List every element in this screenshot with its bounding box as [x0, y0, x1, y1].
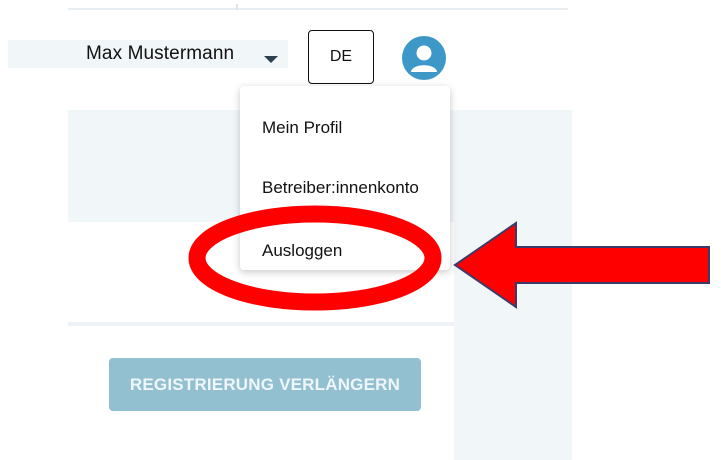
- menu-item-betreiber-konto[interactable]: Betreiber:innenkonto: [262, 178, 419, 198]
- menu-item-ausloggen[interactable]: Ausloggen: [262, 241, 342, 261]
- top-divider: [68, 8, 568, 10]
- user-dropdown-menu: Mein Profil Betreiber:innenkonto Auslogg…: [240, 86, 450, 270]
- chevron-down-icon[interactable]: [264, 56, 278, 63]
- menu-item-mein-profil[interactable]: Mein Profil: [262, 118, 342, 138]
- extend-registration-button[interactable]: REGISTRIERUNG VERLÄNGERN: [109, 358, 421, 411]
- top-divider-tick: [236, 4, 238, 10]
- language-button[interactable]: DE: [308, 30, 374, 84]
- user-circle-icon[interactable]: [402, 36, 446, 80]
- section-divider: [68, 322, 454, 326]
- user-name[interactable]: Max Mustermann: [86, 43, 234, 65]
- side-panel: [454, 110, 572, 460]
